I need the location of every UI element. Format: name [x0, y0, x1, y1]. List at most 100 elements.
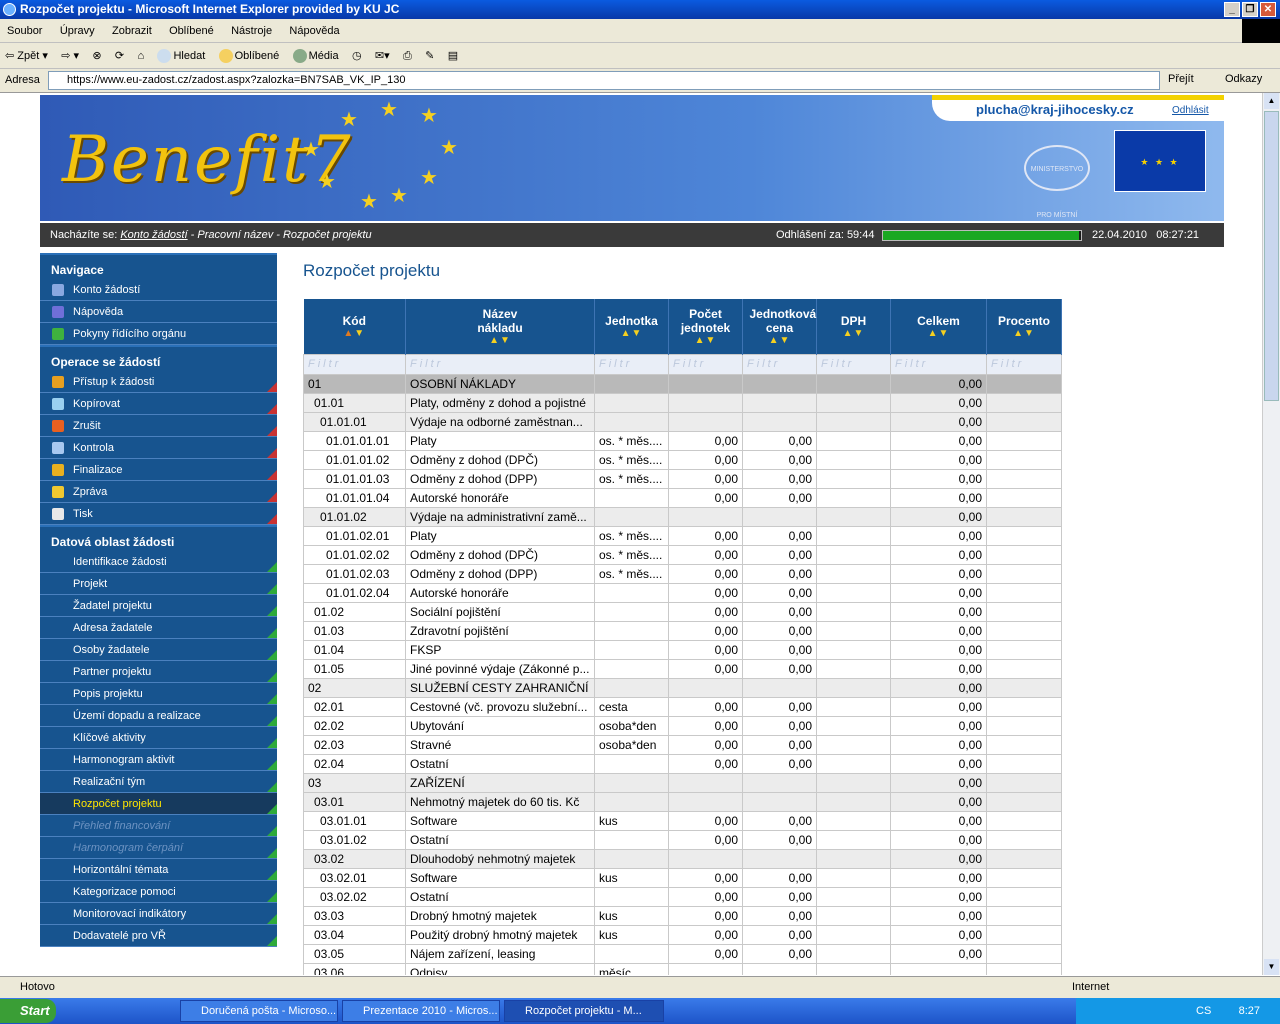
taskbar-item-mail[interactable]: Doručená pošta - Microso...: [180, 1000, 338, 1022]
table-row[interactable]: 03.01.02 Ostatní 0,00 0,00 0,00: [303, 829, 1062, 850]
table-row[interactable]: 01.01.02 Výdaje na administrativní zamě..…: [303, 506, 1062, 527]
sidebar-item[interactable]: Dodavatelé pro VŘ: [40, 925, 277, 947]
sidebar-item[interactable]: Žadatel projektu: [40, 595, 277, 617]
refresh-icon[interactable]: ⟳: [110, 43, 129, 69]
sidebar-item[interactable]: Konto žádostí: [40, 279, 277, 301]
mail-icon[interactable]: ✉▾: [370, 43, 395, 69]
table-row[interactable]: 02.02 Ubytování osoba*den 0,00 0,00 0,00: [303, 715, 1062, 736]
table-row[interactable]: 01.01.02.01 Platy os. * měs.... 0,00 0,00 0,0…: [303, 525, 1062, 546]
table-row[interactable]: 01.04 FKSP 0,00 0,00 0,00: [303, 639, 1062, 660]
sidebar-item[interactable]: Harmonogram aktivit: [40, 749, 277, 771]
table-row[interactable]: 01.02 Sociální pojištění 0,00 0,00 0,00: [303, 601, 1062, 622]
table-row[interactable]: 03.04 Použitý drobný hmotný majetek kus 0,0…: [303, 924, 1062, 945]
address-input[interactable]: https://www.eu-zadost.cz/zadost.aspx?zal…: [48, 71, 1160, 90]
table-row[interactable]: 02.03 Stravné osoba*den 0,00 0,00 0,00: [303, 734, 1062, 755]
print-icon[interactable]: ⎙: [398, 43, 417, 69]
column-header[interactable]: Počet jednotek ▲▼: [668, 299, 743, 354]
sidebar-item[interactable]: Adresa žadatele: [40, 617, 277, 639]
sidebar-item[interactable]: Identifikace žádosti: [40, 551, 277, 573]
menu-favorites[interactable]: Oblíbené: [162, 19, 221, 43]
sort-arrows-icon[interactable]: ▲▼: [891, 328, 986, 339]
table-row[interactable]: 01.01.01.03 Odměny z dohod (DPP) os. * měs…: [303, 468, 1062, 489]
taskbar-item-presentation[interactable]: Prezentace 2010 - Micros...: [342, 1000, 500, 1022]
table-row[interactable]: 01.01 Platy, odměny z dohod a pojistné 0,0…: [303, 392, 1062, 413]
sidebar-item[interactable]: Přístup k žádosti: [40, 371, 277, 393]
sidebar-item[interactable]: Horizontální témata: [40, 859, 277, 881]
sort-arrows-icon[interactable]: ▲▼: [595, 328, 668, 339]
filter-input[interactable]: Filtr: [742, 353, 817, 375]
language-indicator[interactable]: CS: [1196, 998, 1211, 1024]
sidebar-item[interactable]: Partner projektu: [40, 661, 277, 683]
sort-arrows-icon[interactable]: ▲▼: [743, 335, 816, 346]
sidebar-item[interactable]: Rozpočet projektu: [40, 793, 277, 815]
column-header[interactable]: Jednotková cena ▲▼: [742, 299, 817, 354]
sidebar-item[interactable]: Klíčové aktivity: [40, 727, 277, 749]
filter-input[interactable]: Filtr: [303, 353, 406, 375]
sidebar-item[interactable]: Finalizace: [40, 459, 277, 481]
sidebar-item[interactable]: Projekt: [40, 573, 277, 595]
sort-arrows-icon[interactable]: ▲▼: [669, 335, 742, 346]
sidebar-item[interactable]: Popis projektu: [40, 683, 277, 705]
menu-tools[interactable]: Nástroje: [224, 19, 279, 43]
sidebar-item[interactable]: Nápověda: [40, 301, 277, 323]
filter-input[interactable]: Filtr: [986, 353, 1062, 375]
column-header[interactable]: DPH ▲▼: [816, 299, 891, 354]
sidebar-item[interactable]: Osoby žadatele: [40, 639, 277, 661]
sort-arrows-icon[interactable]: ▲▼: [987, 328, 1061, 339]
table-row[interactable]: 01.01.02.04 Autorské honoráře 0,00 0,00 0,00: [303, 582, 1062, 603]
sidebar-item[interactable]: Monitorovací indikátory: [40, 903, 277, 925]
sidebar-item[interactable]: Území dopadu a realizace: [40, 705, 277, 727]
sort-arrows-icon[interactable]: ▲▼: [304, 328, 406, 339]
filter-input[interactable]: Filtr: [890, 353, 987, 375]
table-row[interactable]: 03.02 Dlouhodobý nehmotný majetek 0,00: [303, 848, 1062, 869]
menu-help[interactable]: Nápověda: [282, 19, 346, 43]
table-row[interactable]: 01.01.01.02 Odměny z dohod (DPČ) os. * měs…: [303, 449, 1062, 470]
sidebar-item[interactable]: Pokyny řídícího orgánu: [40, 323, 277, 345]
table-row[interactable]: 03.03 Drobný hmotný majetek kus 0,00 0,00 0,0…: [303, 905, 1062, 926]
close-button[interactable]: ✕: [1260, 2, 1276, 17]
discuss-icon[interactable]: ▤: [443, 43, 463, 69]
column-header[interactable]: Celkem ▲▼: [890, 299, 987, 354]
logout-link[interactable]: Odhlásit: [1172, 105, 1209, 116]
table-row[interactable]: 01.01.01.01 Platy os. * měs.... 0,00 0,00 0,0…: [303, 430, 1062, 451]
table-row[interactable]: 01.05 Jiné povinné výdaje (Zákonné p... 0,…: [303, 658, 1062, 679]
back-button[interactable]: ⇦ Zpět ▾: [0, 43, 53, 69]
media-button[interactable]: Média: [288, 43, 344, 69]
taskbar-item-browser[interactable]: Rozpočet projektu - M...: [504, 1000, 664, 1022]
table-row[interactable]: 03 ZAŘÍZENÍ 0,00: [303, 772, 1062, 793]
sidebar-item[interactable]: Kategorizace pomoci: [40, 881, 277, 903]
table-row[interactable]: 03.02.02 Ostatní 0,00 0,00 0,00: [303, 886, 1062, 907]
menu-view[interactable]: Zobrazit: [105, 19, 159, 43]
filter-input[interactable]: Filtr: [405, 353, 595, 375]
table-row[interactable]: 03.01 Nehmotný majetek do 60 tis. Kč 0,00: [303, 791, 1062, 812]
table-row[interactable]: 02 SLUŽEBNÍ CESTY ZAHRANIČNÍ 0,00: [303, 677, 1062, 698]
menu-edit[interactable]: Úpravy: [53, 19, 102, 43]
sort-arrows-icon[interactable]: ▲▼: [406, 335, 594, 346]
sidebar-item[interactable]: Zrušit: [40, 415, 277, 437]
sidebar-item[interactable]: Zpráva: [40, 481, 277, 503]
table-row[interactable]: 01.01.02.03 Odměny z dohod (DPP) os. * měs…: [303, 563, 1062, 584]
search-button[interactable]: Hledat: [152, 43, 210, 69]
filter-input[interactable]: Filtr: [594, 353, 669, 375]
column-header[interactable]: Název nákladu ▲▼: [405, 299, 595, 354]
column-header[interactable]: Procento ▲▼: [986, 299, 1062, 354]
table-row[interactable]: 03.05 Nájem zařízení, leasing 0,00 0,00 0,00: [303, 943, 1062, 964]
stop-icon[interactable]: ⊗: [87, 43, 106, 69]
scroll-up-icon[interactable]: ▲: [1264, 93, 1279, 109]
filter-input[interactable]: Filtr: [668, 353, 743, 375]
sort-arrows-icon[interactable]: ▲▼: [817, 328, 890, 339]
column-header[interactable]: Kód ▲▼: [303, 299, 406, 354]
breadcrumb-link[interactable]: Konto žádostí: [120, 229, 187, 241]
maximize-button[interactable]: ❐: [1242, 2, 1258, 17]
table-row[interactable]: 01.01.01.04 Autorské honoráře 0,00 0,00 0,00: [303, 487, 1062, 508]
table-row[interactable]: 01.01.01 Výdaje na odborné zaměstnan... 0,…: [303, 411, 1062, 432]
table-row[interactable]: 01.03 Zdravotní pojištění 0,00 0,00 0,00: [303, 620, 1062, 641]
forward-button[interactable]: ⇨ ▾: [56, 43, 84, 69]
sidebar-item[interactable]: Kontrola: [40, 437, 277, 459]
history-icon[interactable]: ◷: [347, 43, 367, 69]
sidebar-item[interactable]: Realizační tým: [40, 771, 277, 793]
scroll-down-icon[interactable]: ▼: [1264, 959, 1279, 975]
home-icon[interactable]: ⌂: [132, 43, 149, 69]
favorites-button[interactable]: Oblíbené: [214, 43, 285, 69]
sidebar-item[interactable]: Tisk: [40, 503, 277, 525]
